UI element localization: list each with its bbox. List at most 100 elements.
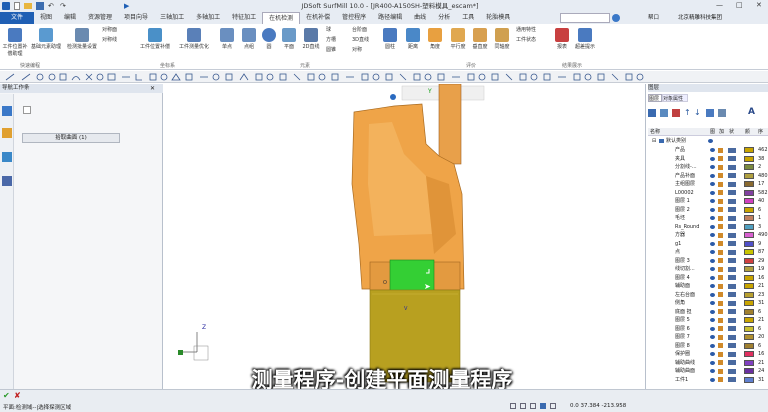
- redo-icon[interactable]: ↷: [60, 2, 66, 10]
- lock-icon[interactable]: [718, 224, 723, 229]
- new-layer-icon[interactable]: [648, 109, 656, 117]
- visibility-eye-icon[interactable]: [710, 284, 715, 288]
- layer-color-swatch[interactable]: [744, 189, 754, 196]
- pick-surface-button[interactable]: 拾取曲面 (1): [22, 133, 120, 143]
- layer-state-icon[interactable]: [728, 198, 736, 204]
- layer-state-icon[interactable]: [728, 309, 736, 314]
- tab-3axis[interactable]: 三轴加工: [154, 12, 190, 24]
- lock-icon[interactable]: [718, 215, 723, 221]
- grid-icon[interactable]: [520, 403, 526, 409]
- angle-button[interactable]: 角度: [426, 26, 444, 50]
- lock-icon[interactable]: [718, 249, 723, 255]
- layer-row[interactable]: 图层 8 6: [648, 342, 768, 350]
- layer-color-swatch[interactable]: [744, 325, 754, 332]
- layer-row[interactable]: 图层 7 20: [648, 333, 768, 341]
- tab-view[interactable]: 视图: [34, 12, 58, 24]
- view-icon[interactable]: [540, 403, 546, 409]
- layer-state-icon[interactable]: [728, 368, 736, 374]
- visibility-eye-icon[interactable]: [710, 190, 715, 195]
- workpiece-measure-optimize-button[interactable]: 工件测量优化: [176, 26, 212, 50]
- layer-state-icon[interactable]: [728, 283, 736, 289]
- layer-row[interactable]: 图层 2 6: [648, 206, 768, 214]
- ortho-icon[interactable]: [530, 403, 536, 409]
- lock-icon[interactable]: [718, 147, 723, 153]
- layer-state-icon[interactable]: [728, 232, 736, 238]
- layer-row[interactable]: 方器 490: [648, 231, 768, 239]
- move-down-icon[interactable]: ↓: [694, 108, 701, 117]
- layer-row[interactable]: 底面 担 6: [648, 308, 768, 316]
- visibility-eye-icon[interactable]: [710, 199, 715, 203]
- layer-row[interactable]: Rs_Round 3: [648, 223, 768, 231]
- nav-tree-icon[interactable]: [2, 106, 12, 116]
- model-view[interactable]: [164, 83, 644, 389]
- layer-color-swatch[interactable]: [744, 257, 754, 264]
- tab-path-edit[interactable]: 路径编辑: [372, 12, 408, 24]
- search-box[interactable]: [560, 13, 610, 23]
- lock-icon[interactable]: [718, 207, 723, 212]
- lock-icon[interactable]: [718, 275, 723, 280]
- plane-button[interactable]: 平面: [280, 26, 298, 50]
- layer-state-icon[interactable]: [728, 215, 736, 221]
- visibility-eye-icon[interactable]: [710, 352, 715, 356]
- layer-row[interactable]: 毛坯 1: [648, 214, 768, 222]
- layer-state-icon[interactable]: [728, 181, 736, 187]
- minimize-button[interactable]: —: [716, 1, 723, 9]
- save-icon[interactable]: [36, 2, 44, 10]
- layer-color-swatch[interactable]: [744, 240, 754, 247]
- text-icon[interactable]: A: [748, 107, 755, 117]
- layer-state-icon[interactable]: [728, 224, 736, 229]
- visibility-eye-icon[interactable]: [710, 301, 715, 305]
- layer-settings-icon[interactable]: [718, 109, 726, 117]
- lock-icon[interactable]: [718, 190, 723, 195]
- layer-color-swatch[interactable]: [744, 172, 754, 179]
- tab-edit[interactable]: 编辑: [58, 12, 82, 24]
- lock-icon[interactable]: [718, 283, 723, 289]
- layer-state-icon[interactable]: [728, 190, 736, 195]
- layer-row[interactable]: 产品补面 480: [648, 172, 768, 180]
- layer-state-icon[interactable]: [728, 173, 736, 178]
- lock-icon[interactable]: [718, 360, 723, 365]
- lock-icon[interactable]: [718, 258, 723, 263]
- 3d-line-button[interactable]: 3D直线: [352, 36, 378, 43]
- layer-state-icon[interactable]: [728, 351, 736, 357]
- cylinder-button[interactable]: 圆柱: [382, 26, 398, 50]
- layer-row[interactable]: 主组图层 17: [648, 180, 768, 188]
- tab-onmachine-inspection[interactable]: 在机检测: [262, 12, 301, 24]
- visibility-eye-icon[interactable]: [710, 377, 715, 382]
- layer-state-icon[interactable]: [728, 317, 736, 323]
- layer-color-swatch[interactable]: [744, 206, 754, 213]
- help-label[interactable]: 帮口: [648, 12, 659, 24]
- visibility-eye-icon[interactable]: [710, 156, 715, 161]
- left-panel-pin-icon[interactable]: ✕: [150, 85, 155, 92]
- help-icon[interactable]: [612, 14, 620, 22]
- layer-color-swatch[interactable]: [744, 198, 754, 204]
- layer-color-swatch[interactable]: [744, 155, 754, 162]
- layer-color-swatch[interactable]: [744, 376, 754, 383]
- layer-state-icon[interactable]: [728, 300, 736, 306]
- parallelism-button[interactable]: 平行度: [448, 26, 468, 50]
- layer-row[interactable]: 图层 1 40: [648, 197, 768, 205]
- lock-icon[interactable]: [718, 232, 723, 238]
- layer-color-swatch[interactable]: [744, 232, 754, 238]
- layer-row[interactable]: 图层 6 6: [648, 325, 768, 333]
- layer-color-swatch[interactable]: [744, 215, 754, 221]
- tab-multiaxis[interactable]: 多轴加工: [190, 12, 226, 24]
- panel-small-icon[interactable]: [23, 106, 31, 114]
- layer-state-icon[interactable]: [728, 241, 736, 246]
- report-button[interactable]: 报表: [554, 26, 570, 50]
- lock-icon[interactable]: [718, 241, 723, 246]
- layer-row[interactable]: 图层 5 21: [648, 316, 768, 324]
- visibility-eye-icon[interactable]: [710, 182, 715, 186]
- visibility-eye-icon[interactable]: [710, 335, 715, 339]
- tab-resources[interactable]: 资源管理: [82, 12, 118, 24]
- 3d-viewport[interactable]: O V Z Y ➤: [164, 83, 644, 389]
- visibility-eye-icon[interactable]: [710, 360, 715, 365]
- object-properties-tab[interactable]: 对象属性: [662, 94, 688, 102]
- nav-list-icon[interactable]: [2, 176, 12, 186]
- snap-icon[interactable]: [510, 403, 516, 409]
- lock-icon[interactable]: [718, 377, 723, 382]
- batch-inspection-setting-button[interactable]: 检测批量设置: [64, 26, 100, 50]
- undo-icon[interactable]: ↶: [48, 2, 54, 10]
- lock-icon[interactable]: [718, 266, 723, 272]
- tab-onmachine-compensation[interactable]: 在机补偿: [300, 12, 336, 24]
